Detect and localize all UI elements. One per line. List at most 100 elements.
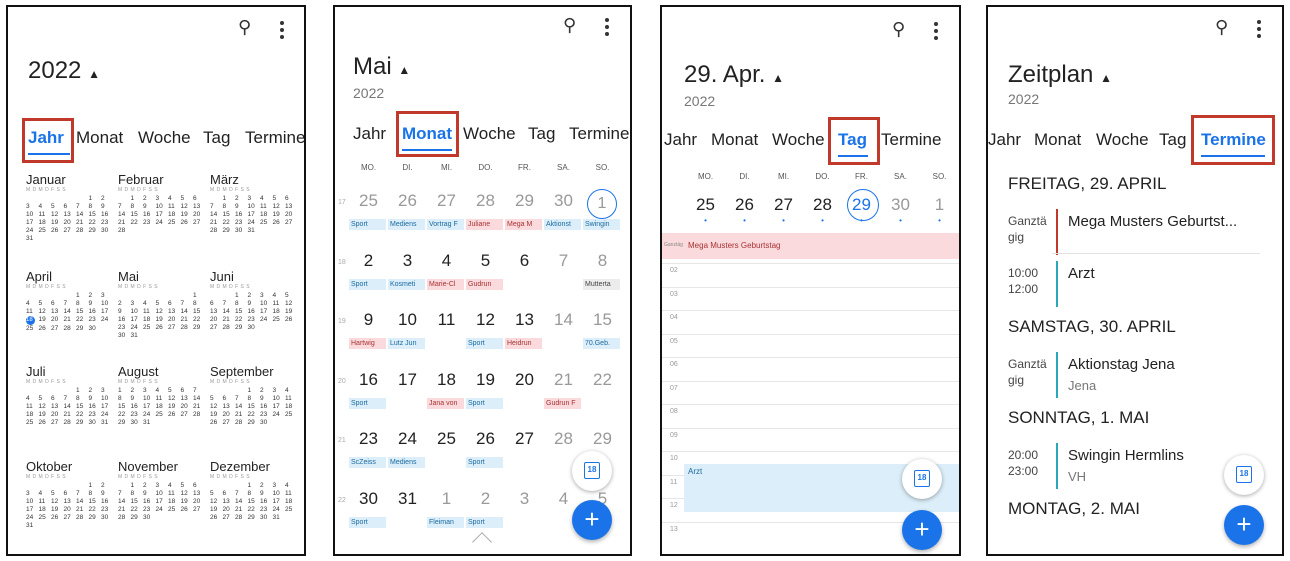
mini-day[interactable]: 18 — [143, 316, 156, 324]
day-cell[interactable]: 5 — [466, 251, 505, 271]
mini-month[interactable]: März M D M D F S S 1 2 3 4 5 6 7 8 9 10 11 12 13 14 15 16… — [210, 172, 298, 235]
mini-day[interactable]: 9 — [260, 395, 273, 403]
mini-day[interactable]: 12 — [168, 395, 181, 403]
mini-day[interactable]: 15 — [131, 211, 144, 219]
week-day[interactable]: 1 — [920, 195, 959, 215]
agenda-event[interactable]: Ganztä gig Aktionstag Jena Jena — [1008, 352, 1268, 398]
mini-day[interactable]: 9 — [260, 490, 273, 498]
mini-day[interactable]: 23 — [131, 411, 144, 419]
event-chip[interactable]: Jana von — [427, 397, 464, 409]
event-chip[interactable]: Sport — [349, 516, 386, 528]
event-chip[interactable]: Mutterta — [583, 278, 620, 290]
mini-day[interactable]: 22 — [118, 411, 131, 419]
event-chip[interactable]: Kosmeti — [388, 278, 425, 290]
mini-day[interactable]: 27 — [193, 506, 206, 514]
mini-day[interactable]: 25 — [285, 506, 298, 514]
mini-day[interactable]: 11 — [39, 211, 52, 219]
mini-day[interactable]: 26 — [39, 419, 52, 427]
mini-day[interactable]: 10 — [143, 395, 156, 403]
mini-day[interactable]: 24 — [260, 316, 273, 324]
mini-day[interactable]: 29 — [118, 419, 131, 427]
mini-day[interactable]: 20 — [168, 316, 181, 324]
mini-day[interactable]: 29 — [193, 324, 206, 332]
mini-day[interactable]: 24 — [248, 219, 261, 227]
mini-day[interactable]: 23 — [248, 316, 261, 324]
mini-day[interactable]: 21 — [64, 411, 77, 419]
mini-day[interactable]: 28 — [118, 514, 131, 522]
mini-day[interactable]: 20 — [223, 506, 236, 514]
mini-day[interactable]: 16 — [101, 498, 114, 506]
mini-day[interactable]: 19 — [168, 403, 181, 411]
more-vert-icon[interactable] — [280, 21, 284, 42]
mini-day[interactable]: 22 — [89, 506, 102, 514]
mini-day[interactable]: 15 — [248, 403, 261, 411]
mini-day[interactable]: 30 — [260, 514, 273, 522]
mini-day[interactable]: 27 — [223, 514, 236, 522]
mini-day[interactable]: 17 — [156, 211, 169, 219]
mini-day[interactable]: 7 — [223, 300, 236, 308]
mini-day[interactable]: 23 — [101, 506, 114, 514]
mini-month[interactable]: Dezember M D M D F S S 1 2 3 4 5 6 7 8 9 10 11 12 13 14… — [210, 459, 298, 522]
mini-day[interactable]: 15 — [131, 498, 144, 506]
mini-day[interactable]: 19 — [210, 411, 223, 419]
mini-day[interactable]: 27 — [285, 219, 298, 227]
event-chip[interactable]: Sport — [349, 219, 386, 230]
mini-day[interactable]: 22 — [193, 316, 206, 324]
mini-day[interactable]: 13 — [51, 308, 64, 316]
event-chip[interactable]: Hartwig — [349, 338, 386, 349]
mini-day[interactable]: 12 — [181, 490, 194, 498]
mini-day[interactable]: 6 — [223, 395, 236, 403]
mini-day[interactable]: 28 — [210, 227, 223, 235]
mini-day[interactable]: 18 — [26, 316, 39, 325]
mini-day[interactable]: 19 — [181, 211, 194, 219]
mini-day[interactable]: 10 — [260, 300, 273, 308]
day-cell[interactable]: 15 — [583, 310, 622, 330]
mini-month[interactable]: Februar M D M D F S S 1 2 3 4 5 6 7 8 9 10 11 12 13 14 1… — [118, 172, 206, 235]
mini-day[interactable]: 24 — [26, 227, 39, 235]
mini-day[interactable]: 19 — [156, 316, 169, 324]
agenda-event[interactable]: Ganztä gig Mega Musters Geburtst... — [1008, 209, 1268, 255]
mini-day[interactable]: 31 — [248, 227, 261, 235]
mini-day[interactable]: 9 — [118, 308, 131, 316]
week-day[interactable]: 28 — [803, 195, 842, 215]
mini-day[interactable]: 8 — [248, 395, 261, 403]
mini-day[interactable]: 14 — [76, 211, 89, 219]
mini-day[interactable]: 13 — [64, 211, 77, 219]
mini-day[interactable]: 21 — [118, 506, 131, 514]
mini-day[interactable]: 29 — [235, 324, 248, 332]
mini-day[interactable]: 23 — [101, 219, 114, 227]
mini-day[interactable]: 21 — [210, 219, 223, 227]
mini-day[interactable]: 24 — [273, 506, 286, 514]
mini-day[interactable]: 28 — [235, 419, 248, 427]
mini-day[interactable]: 27 — [51, 419, 64, 427]
mini-day[interactable]: 3 — [260, 292, 273, 300]
mini-day[interactable]: 4 — [39, 203, 52, 211]
mini-day[interactable]: 2 — [89, 292, 102, 300]
mini-day[interactable]: 29 — [89, 227, 102, 235]
mini-day[interactable]: 17 — [260, 308, 273, 316]
mini-day[interactable]: 8 — [76, 395, 89, 403]
mini-day[interactable]: 27 — [51, 325, 64, 333]
mini-day[interactable]: 19 — [51, 219, 64, 227]
mini-day[interactable]: 20 — [51, 411, 64, 419]
mini-day[interactable]: 10 — [131, 308, 144, 316]
mini-day[interactable]: 19 — [285, 308, 298, 316]
week-day[interactable]: 29 — [842, 195, 881, 215]
mini-day[interactable]: 29 — [248, 514, 261, 522]
mini-day[interactable]: 5 — [156, 300, 169, 308]
mini-day[interactable]: 19 — [273, 211, 286, 219]
mini-day[interactable]: 18 — [39, 219, 52, 227]
today-button[interactable]: 18 — [572, 451, 612, 491]
mini-day[interactable]: 7 — [235, 490, 248, 498]
mini-day[interactable]: 18 — [26, 411, 39, 419]
today-button[interactable]: 18 — [1224, 455, 1264, 495]
mini-day[interactable]: 5 — [51, 490, 64, 498]
mini-month[interactable]: September M D M D F S S 1 2 3 4 5 6 7 8 9 10 11 12 13 1… — [210, 364, 298, 427]
mini-day[interactable]: 3 — [101, 292, 114, 300]
event-chip[interactable]: Vortrag F — [427, 219, 464, 230]
mini-day[interactable]: 2 — [235, 195, 248, 203]
mini-day[interactable]: 13 — [193, 490, 206, 498]
mini-day[interactable]: 3 — [156, 482, 169, 490]
day-cell[interactable]: 27 — [427, 191, 466, 211]
mini-day[interactable]: 4 — [143, 300, 156, 308]
